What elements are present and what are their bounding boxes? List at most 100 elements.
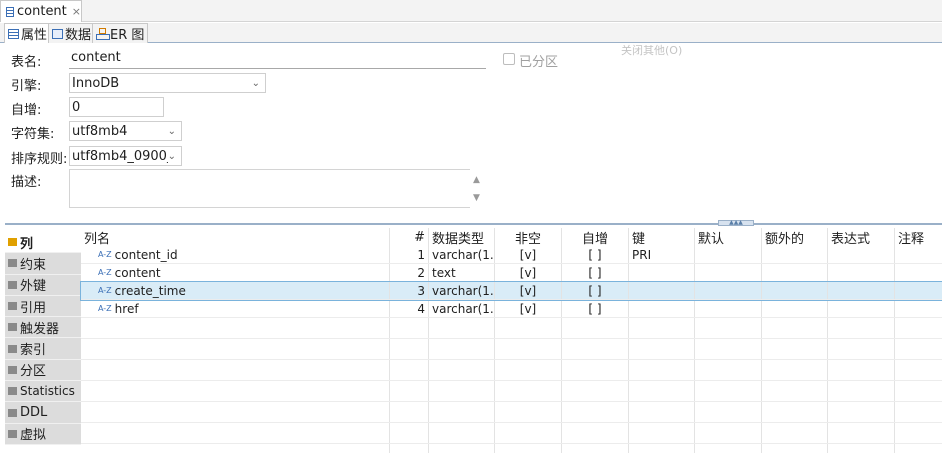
er-diagram-icon: [96, 28, 110, 40]
table-row[interactable]: A-Z content_id 1 varchar(1... [v] [ ] PRI: [81, 246, 942, 264]
side-tab-virtual[interactable]: 虚拟: [5, 423, 81, 445]
folder-icon: [8, 323, 17, 332]
side-tab-constraints[interactable]: 约束: [5, 253, 81, 275]
side-tab-statistics[interactable]: Statistics: [5, 381, 81, 403]
scroll-up-icon[interactable]: ▲: [473, 175, 480, 185]
text-type-icon: A-Z: [98, 304, 112, 313]
tab-er-label: ER 图: [110, 28, 145, 43]
header-key[interactable]: 键: [629, 228, 695, 247]
side-tab-label: 虚拟: [20, 428, 47, 444]
side-tab-columns[interactable]: 列: [5, 232, 81, 254]
empty-row: [81, 402, 942, 423]
cell-not-null[interactable]: [v]: [495, 300, 562, 317]
side-tab-label: DDL: [20, 405, 48, 421]
empty-row: [81, 381, 942, 402]
cell-key: [629, 282, 695, 299]
cell-expression: [828, 282, 895, 299]
header-default[interactable]: 默认: [695, 228, 762, 247]
side-tab-foreign-keys[interactable]: 外键: [5, 274, 81, 296]
cell-expression: [828, 264, 895, 281]
cell-extra: [762, 282, 828, 299]
cell-auto-increment[interactable]: [ ]: [562, 264, 629, 281]
cell-not-null[interactable]: [v]: [495, 246, 562, 263]
cell-name: href: [114, 301, 139, 316]
text-type-icon: A-Z: [98, 250, 112, 259]
cell-expression: [828, 300, 895, 317]
charset-select[interactable]: utf8mb4 ⌄: [69, 121, 182, 141]
cell-default: [695, 282, 762, 299]
cell-comment: [895, 264, 942, 281]
cell-auto-increment[interactable]: [ ]: [562, 246, 629, 263]
table-row-selected[interactable]: A-Z create_time 3 varchar(1... [v] [ ]: [80, 281, 942, 301]
header-number[interactable]: #: [390, 228, 429, 246]
cell-default: [695, 300, 762, 317]
side-tab-references[interactable]: 引用: [5, 295, 81, 318]
header-comment[interactable]: 注释: [895, 228, 942, 247]
auto-increment-input[interactable]: 0: [69, 97, 164, 117]
engine-value: InnoDB: [72, 75, 120, 91]
sash-grip[interactable]: ▲▲▲: [718, 220, 754, 226]
side-tab-label: 引用: [20, 300, 47, 316]
scroll-down-icon[interactable]: ▼: [473, 193, 480, 203]
panel-sash[interactable]: [5, 223, 942, 225]
side-tabs: 列 约束 外键 引用 触发器 索引 分区 Statistics DDL 虚拟: [5, 232, 81, 445]
table-row[interactable]: A-Z href 4 varchar(1... [v] [ ]: [81, 300, 942, 318]
chevron-down-icon: ⌄: [251, 77, 260, 89]
editor-tab-bar: content ×: [0, 0, 942, 22]
engine-select[interactable]: InnoDB ⌄: [69, 73, 266, 93]
side-tab-indexes[interactable]: 索引: [5, 338, 81, 360]
data-icon: [52, 28, 63, 39]
header-expression[interactable]: 表达式: [828, 228, 895, 247]
cell-name: content_id: [114, 247, 178, 262]
table-row[interactable]: A-Z content 2 text [v] [ ]: [81, 264, 942, 282]
tab-er-diagram[interactable]: ER 图: [92, 23, 149, 43]
close-icon[interactable]: ×: [72, 5, 81, 18]
side-tab-partitions[interactable]: 分区: [5, 359, 81, 382]
folder-icon: [8, 302, 17, 311]
table-name-input[interactable]: content: [69, 49, 486, 69]
cell-key: PRI: [629, 246, 695, 263]
header-type[interactable]: 数据类型: [429, 228, 495, 247]
header-auto-increment[interactable]: 自增: [562, 228, 629, 247]
tab-data[interactable]: 数据: [48, 23, 96, 43]
columns-icon: [8, 238, 17, 247]
side-tab-label: 触发器: [20, 321, 60, 337]
cell-default: [695, 264, 762, 281]
cell-not-null[interactable]: [v]: [495, 282, 562, 299]
chevron-down-icon: ⌄: [167, 125, 176, 137]
cell-number: 1: [390, 246, 429, 263]
empty-row: [81, 423, 942, 444]
folder-icon: [8, 280, 17, 289]
description-textarea[interactable]: [69, 169, 470, 208]
tab-properties[interactable]: 属性: [4, 23, 52, 43]
columns-table: 列名 # 数据类型 非空 自增 键 默认 额外的 表达式 注释 A-Z conte…: [80, 228, 942, 453]
partitioned-checkbox[interactable]: [503, 53, 515, 65]
close-others-hint: 关闭其他(O): [621, 44, 683, 57]
side-tab-label: 外键: [20, 279, 47, 295]
editor-tab-content[interactable]: content ×: [0, 0, 82, 22]
collation-select[interactable]: utf8mb4_0900_ ⌄: [69, 146, 182, 166]
description-label: 描述:: [11, 175, 42, 190]
ddl-icon: [8, 408, 17, 417]
cell-type: varchar(1...: [429, 246, 495, 263]
header-name[interactable]: 列名: [81, 228, 390, 247]
tab-properties-label: 属性: [21, 28, 48, 43]
side-tab-ddl[interactable]: DDL: [5, 402, 81, 424]
cell-number: 4: [390, 300, 429, 317]
cell-extra: [762, 264, 828, 281]
cell-number: 3: [390, 282, 429, 299]
cell-auto-increment[interactable]: [ ]: [562, 282, 629, 299]
side-tab-label: Statistics: [20, 384, 75, 399]
header-extra[interactable]: 额外的: [762, 228, 828, 247]
cell-type: varchar(1...: [429, 282, 495, 299]
header-not-null[interactable]: 非空: [495, 228, 562, 247]
cell-type: text: [429, 264, 495, 281]
cell-not-null[interactable]: [v]: [495, 264, 562, 281]
cell-auto-increment[interactable]: [ ]: [562, 300, 629, 317]
auto-increment-value: 0: [72, 99, 81, 115]
chevron-down-icon: ⌄: [167, 150, 176, 162]
partitioned-label: 已分区: [519, 55, 559, 70]
cell-type: varchar(1...: [429, 300, 495, 317]
virtual-icon: [8, 429, 17, 438]
side-tab-triggers[interactable]: 触发器: [5, 317, 81, 339]
